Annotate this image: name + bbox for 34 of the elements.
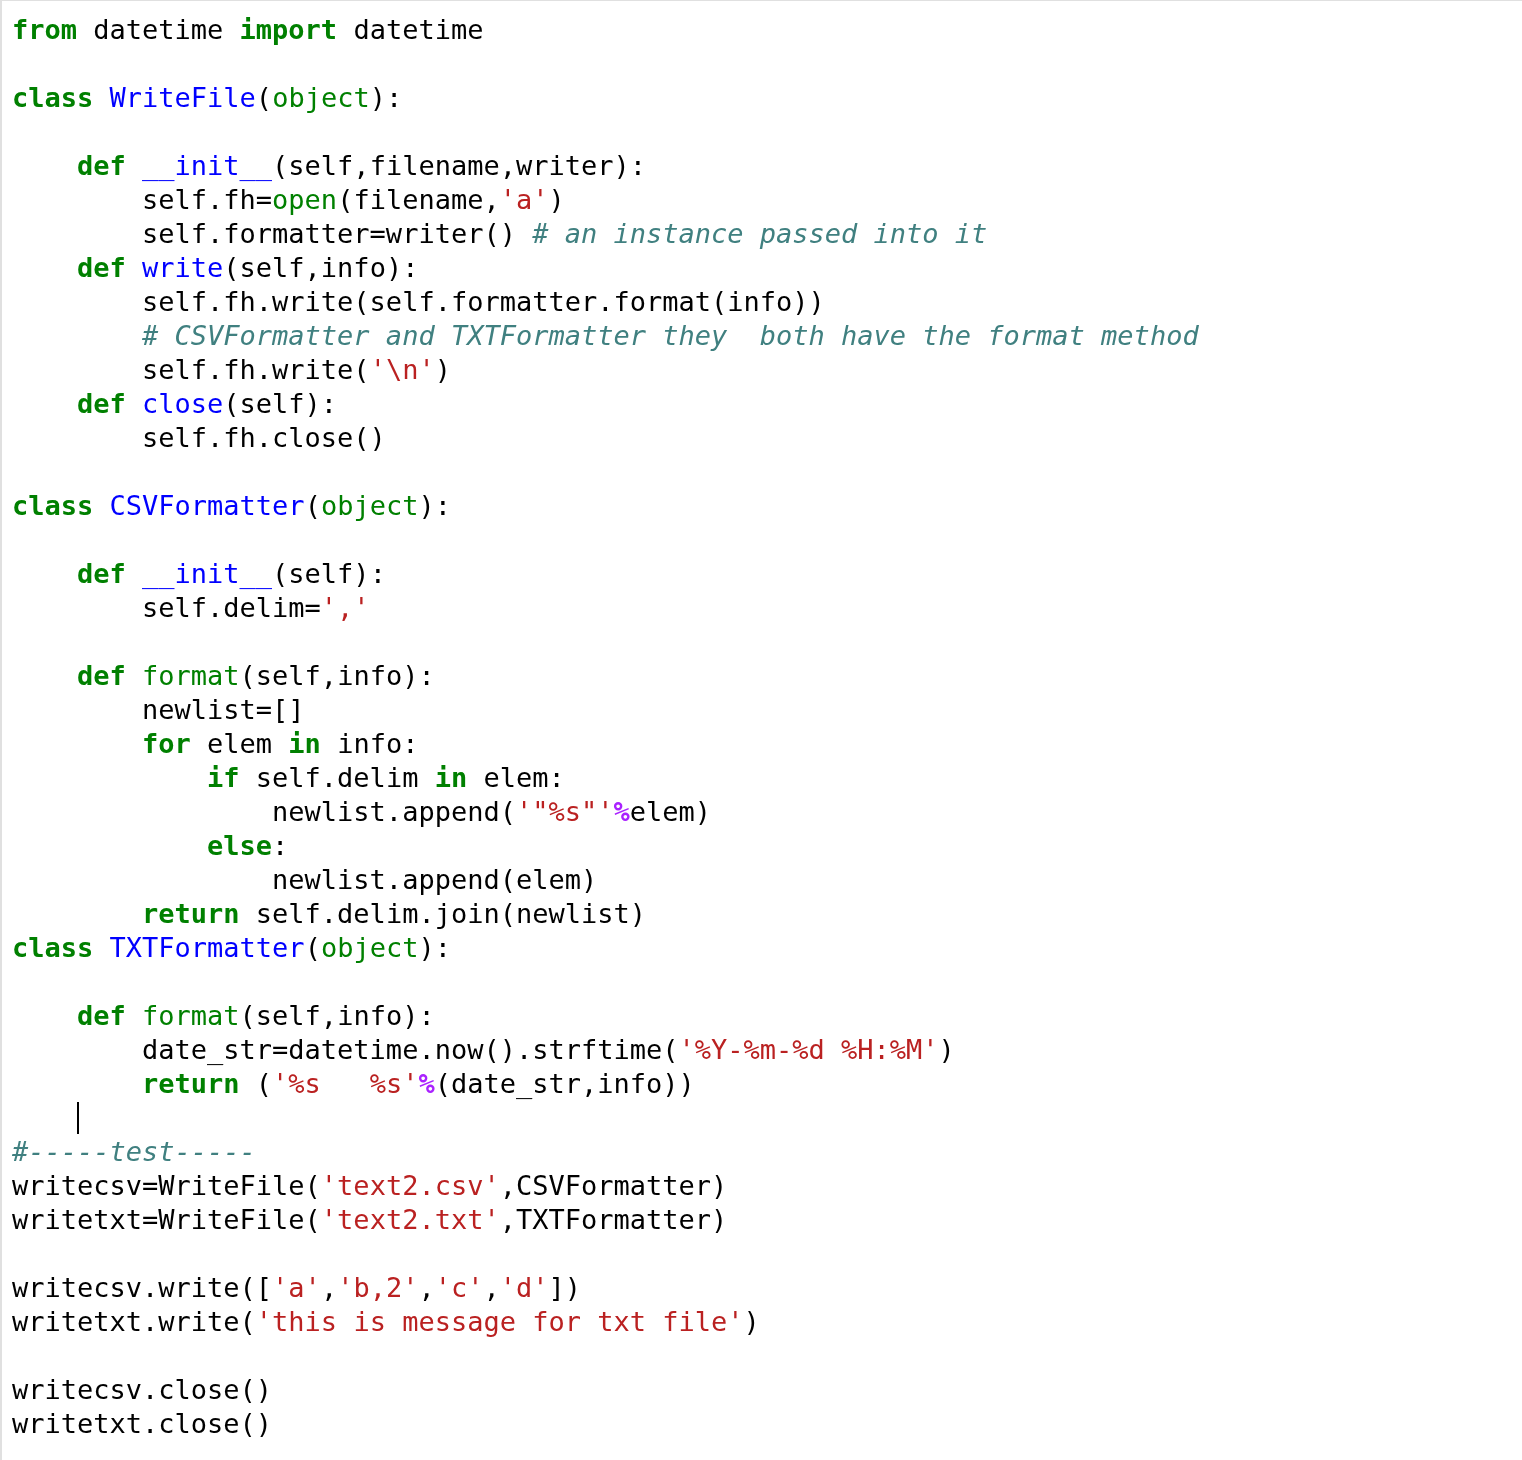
code-line: self.fh.write('\n'): [141, 353, 451, 387]
code-line: def format(self,info):: [76, 659, 435, 693]
code-line: self.fh.close(): [141, 421, 386, 455]
code-line: writetxt=WriteFile('text2.txt',TXTFormatter): [12, 1203, 728, 1237]
code-line: class WriteFile(object):: [12, 81, 403, 115]
code-line: else:: [206, 829, 289, 863]
code-line: writecsv.close(): [12, 1373, 273, 1407]
code-line: writecsv.write(['a','b,2','c','d']): [12, 1271, 582, 1305]
code-line: newlist.append('"%s"'%elem): [271, 795, 711, 829]
code-line: def close(self):: [76, 387, 338, 421]
code-line: def write(self,info):: [76, 251, 419, 285]
code-line: def format(self,info):: [76, 999, 435, 1033]
code-line: from datetime import datetime: [12, 13, 484, 47]
code-cell[interactable]: [0, 0, 1522, 1460]
code-line: class CSVFormatter(object):: [12, 489, 451, 523]
code-line: self.fh.write(self.formatter.format(info)): [141, 285, 825, 319]
code-line: date_str=datetime.now().strftime('%Y-%m-%d %H:%M'): [141, 1033, 955, 1067]
code-line: return self.delim.join(newlist): [141, 897, 646, 931]
code-line: def __init__(self):: [76, 557, 386, 591]
code-line: self.fh=open(filename,'a'): [141, 183, 565, 217]
code-line: writecsv=WriteFile('text2.csv',CSVFormatter): [12, 1169, 728, 1203]
code-line: self.formatter=writer() # an instance passed into it: [141, 217, 988, 251]
code-line: class TXTFormatter(object):: [12, 931, 451, 965]
code-line: #-----test-----: [12, 1135, 256, 1169]
code-line: self.delim=',': [141, 591, 370, 625]
code-line: writetxt.close(): [12, 1407, 273, 1441]
code-line: writetxt.write('this is message for txt file'): [12, 1305, 760, 1339]
code-line: newlist=[]: [141, 693, 305, 727]
code-line: def __init__(self,filename,writer):: [76, 149, 646, 183]
code-line: newlist.append(elem): [271, 863, 598, 897]
code-line: if self.delim in elem:: [206, 761, 565, 795]
code-line: # CSVFormatter and TXTFormatter they both have the format method: [141, 319, 1199, 353]
code-line: return ('%s %s'%(date_str,info)): [141, 1067, 695, 1101]
code-line: for elem in info:: [141, 727, 419, 761]
